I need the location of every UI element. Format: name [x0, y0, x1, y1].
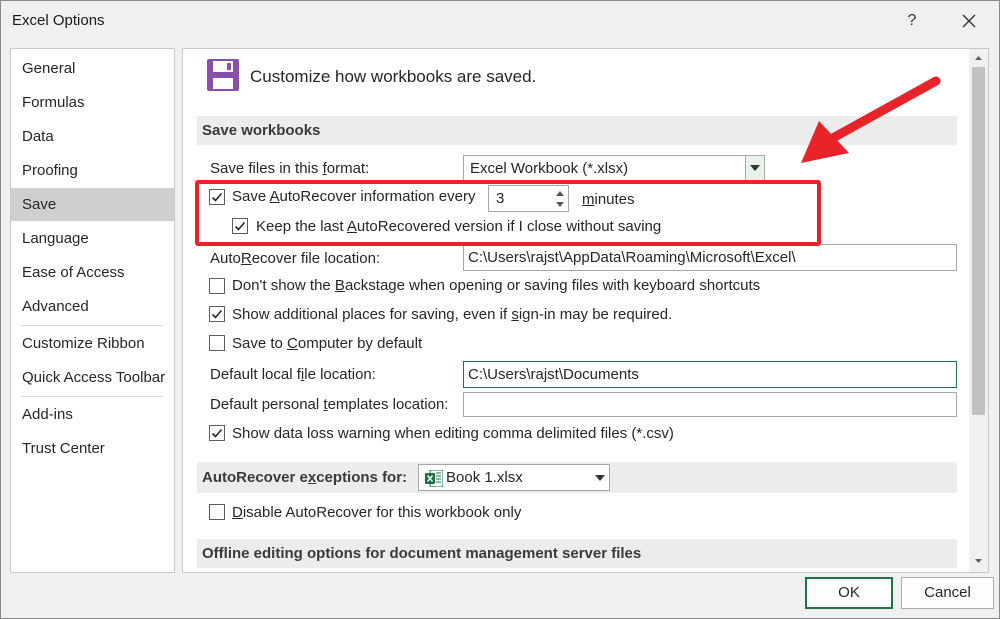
- sidebar-item-quick-access-toolbar[interactable]: Quick Access Toolbar: [11, 361, 174, 394]
- save-to-computer-checkbox[interactable]: [209, 335, 225, 351]
- sidebar-item-advanced[interactable]: Advanced: [11, 290, 174, 323]
- offline-editing-section-header: Offline editing options for document man…: [197, 539, 957, 568]
- section-title: AutoRecover exceptions for:: [202, 469, 408, 486]
- autorecover-location-input[interactable]: C:\Users\rajst\AppData\Roaming\Microsoft…: [463, 244, 957, 271]
- sidebar-item-general[interactable]: General: [11, 52, 174, 85]
- autorecover-minutes-spinner[interactable]: 3: [488, 185, 569, 212]
- templates-location-input[interactable]: [463, 392, 957, 417]
- sidebar-item-language[interactable]: Language: [11, 222, 174, 255]
- backstage-label: Don't show the Backstage when opening or…: [232, 277, 761, 294]
- spinner-arrows-icon[interactable]: [554, 188, 566, 210]
- sidebar-item-save[interactable]: Save: [11, 188, 174, 221]
- sidebar-item-formulas[interactable]: Formulas: [11, 86, 174, 119]
- keep-last-version-checkbox[interactable]: [232, 218, 248, 234]
- checkmark-icon: [211, 309, 223, 319]
- disable-autorecover-label: Disable AutoRecover for this workbook on…: [232, 504, 522, 521]
- title-bar: Excel Options ?: [1, 1, 999, 41]
- cancel-button[interactable]: Cancel: [901, 577, 994, 609]
- save-icon: [207, 59, 239, 91]
- autorecover-label: Save AutoRecover information every: [232, 188, 476, 205]
- backstage-checkbox[interactable]: [209, 278, 225, 294]
- close-icon: [962, 14, 976, 28]
- save-workbooks-section-header: Save workbooks: [197, 116, 957, 145]
- default-local-location-label: Default local file location:: [210, 366, 376, 383]
- scroll-down-icon[interactable]: [972, 554, 985, 568]
- window-title: Excel Options: [12, 12, 105, 29]
- data-loss-warning-label: Show data loss warning when editing comm…: [232, 425, 674, 442]
- scroll-thumb[interactable]: [972, 67, 985, 415]
- disable-autorecover-checkbox[interactable]: [209, 504, 225, 520]
- exceptions-workbook-value: Book 1.xlsx: [446, 469, 523, 486]
- sidebar-divider: [21, 396, 163, 397]
- additional-places-checkbox[interactable]: [209, 306, 225, 322]
- templates-location-label: Default personal templates location:: [210, 396, 449, 413]
- options-sidebar: General Formulas Data Proofing Save Lang…: [10, 48, 175, 573]
- section-title: Offline editing options for document man…: [202, 545, 642, 562]
- save-format-value: Excel Workbook (*.xlsx): [470, 160, 629, 177]
- save-format-dropdown[interactable]: Excel Workbook (*.xlsx): [463, 155, 765, 182]
- checkmark-icon: [211, 192, 223, 202]
- scroll-up-icon[interactable]: [972, 51, 985, 65]
- exceptions-workbook-dropdown[interactable]: Book 1.xlsx: [418, 464, 610, 491]
- help-button[interactable]: ?: [897, 7, 927, 35]
- additional-places-label: Show additional places for saving, even …: [232, 306, 673, 323]
- sidebar-item-proofing[interactable]: Proofing: [11, 154, 174, 187]
- chevron-down-icon: [750, 165, 760, 171]
- minutes-value: 3: [496, 190, 505, 207]
- default-local-location-input[interactable]: C:\Users\rajst\Documents: [463, 361, 957, 388]
- save-to-computer-label: Save to Computer by default: [232, 335, 423, 352]
- checkmark-icon: [211, 428, 223, 438]
- autorecover-location-label: AutoRecover file location:: [210, 250, 381, 267]
- vertical-scrollbar[interactable]: [969, 49, 988, 572]
- excel-options-dialog: Excel Options ? General Formulas Data Pr…: [0, 0, 1000, 619]
- sidebar-item-ease-of-access[interactable]: Ease of Access: [11, 256, 174, 289]
- sidebar-item-customize-ribbon[interactable]: Customize Ribbon: [11, 327, 174, 360]
- keep-last-version-label: Keep the last AutoRecovered version if I…: [256, 218, 662, 235]
- sidebar-item-data[interactable]: Data: [11, 120, 174, 153]
- save-format-label: Save files in this format:: [210, 160, 370, 177]
- close-button[interactable]: [951, 7, 987, 35]
- sidebar-divider: [21, 325, 163, 326]
- minutes-label: minutes: [582, 191, 635, 208]
- section-title: Save workbooks: [202, 122, 321, 139]
- chevron-down-icon: [595, 475, 605, 481]
- autorecover-checkbox[interactable]: [209, 189, 225, 205]
- excel-workbook-icon: [425, 470, 443, 487]
- dropdown-button[interactable]: [745, 156, 764, 181]
- data-loss-warning-checkbox[interactable]: [209, 425, 225, 441]
- ok-button[interactable]: OK: [805, 577, 893, 609]
- page-header-text: Customize how workbooks are saved.: [250, 67, 537, 86]
- sidebar-item-add-ins[interactable]: Add-ins: [11, 398, 174, 431]
- checkmark-icon: [234, 221, 246, 231]
- sidebar-item-trust-center[interactable]: Trust Center: [11, 432, 174, 465]
